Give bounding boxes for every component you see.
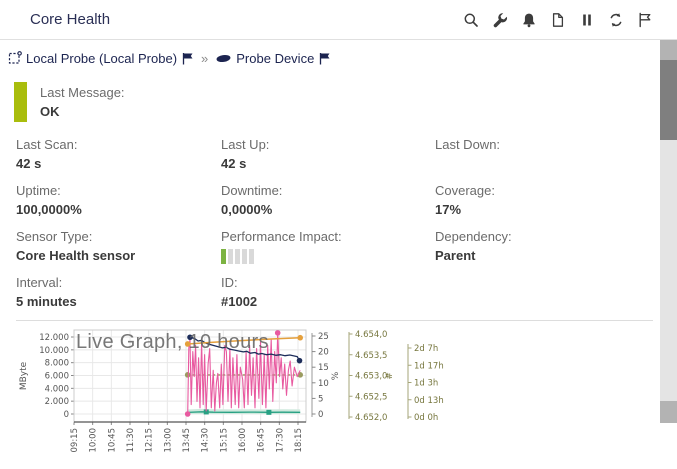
last-message-value: OK <box>40 103 125 120</box>
scrollbar-thumb[interactable] <box>660 60 677 140</box>
impact-bar <box>228 249 233 264</box>
svg-text:15: 15 <box>318 363 329 373</box>
svg-text:10:45: 10:45 <box>107 428 117 453</box>
scrollbar-bottom-cap[interactable] <box>660 401 677 423</box>
last-message-label: Last Message: <box>40 84 125 101</box>
device-icon <box>215 53 232 64</box>
breadcrumb-probe-link[interactable]: Local Probe (Local Probe) <box>8 51 194 66</box>
svg-text:0: 0 <box>318 410 323 420</box>
breadcrumb-probe-label: Local Probe (Local Probe) <box>26 51 177 66</box>
svg-text:17:30: 17:30 <box>275 428 285 453</box>
svg-text:5: 5 <box>318 394 323 404</box>
document-icon[interactable] <box>549 11 566 28</box>
svg-text:25: 25 <box>318 332 329 342</box>
live-graph-panel: 09:15 10:00 10:45 11:30 12:15 13:00 13:45 14:30… <box>16 324 466 469</box>
pause-icon[interactable] <box>578 11 595 28</box>
svg-text:18:15: 18:15 <box>294 428 304 453</box>
breadcrumb-device-link[interactable]: Probe Device <box>215 51 331 66</box>
svg-text:16:00: 16:00 <box>238 428 248 453</box>
svg-text:4.654,0: 4.654,0 <box>355 330 387 340</box>
svg-text:0d 13h: 0d 13h <box>414 396 444 406</box>
breadcrumb: Local Probe (Local Probe) » Probe Device <box>8 46 677 70</box>
svg-text:11:30: 11:30 <box>126 428 136 453</box>
svg-text:14:30: 14:30 <box>201 428 211 453</box>
impact-bar <box>242 249 247 264</box>
svg-text:2.000: 2.000 <box>45 397 69 407</box>
svg-text:10:00: 10:00 <box>89 428 99 453</box>
svg-text:16:45: 16:45 <box>257 428 267 453</box>
header-toolbar <box>462 11 653 28</box>
header: Core Health <box>0 0 677 40</box>
search-icon[interactable] <box>462 11 479 28</box>
detail-coverage: Coverage: 17% <box>435 182 677 218</box>
svg-text:0d 0h: 0d 0h <box>414 413 438 423</box>
live-graph-chart: 09:15 10:00 10:45 11:30 12:15 13:00 13:45 14:30… <box>16 324 458 464</box>
svg-text:4.000: 4.000 <box>45 384 69 394</box>
svg-text:12.000: 12.000 <box>39 333 69 343</box>
performance-impact-meter <box>221 249 435 264</box>
svg-text:20: 20 <box>318 348 329 358</box>
svg-text:0: 0 <box>64 410 69 420</box>
detail-last-scan: Last Scan: 42 s <box>16 136 221 172</box>
svg-text:1d 17h: 1d 17h <box>414 361 444 371</box>
detail-uptime: Uptime: 100,0000% <box>16 182 221 218</box>
svg-text:13:45: 13:45 <box>182 428 192 453</box>
svg-text:15:15: 15:15 <box>219 428 229 453</box>
detail-downtime: Downtime: 0,0000% <box>221 182 435 218</box>
svg-text:09:15: 09:15 <box>70 428 80 453</box>
svg-text:12:15: 12:15 <box>145 428 155 453</box>
detail-dependency: Dependency: Parent <box>435 228 677 264</box>
svg-text:4.653,0: 4.653,0 <box>355 372 387 382</box>
page-title: Core Health <box>30 11 110 28</box>
svg-text:8.000: 8.000 <box>45 359 69 369</box>
vertical-scrollbar[interactable] <box>660 40 677 423</box>
detail-interval: Interval: 5 minutes <box>16 274 221 310</box>
breadcrumb-separator: » <box>201 51 208 66</box>
scrollbar-top-cap[interactable] <box>660 40 677 60</box>
svg-text:2d 7h: 2d 7h <box>414 344 438 354</box>
bell-icon[interactable] <box>520 11 537 28</box>
detail-performance-impact: Performance Impact: <box>221 228 435 264</box>
svg-text:1d 3h: 1d 3h <box>414 379 438 389</box>
priority-flag-icon <box>181 52 194 65</box>
detail-last-up: Last Up: 42 s <box>221 136 435 172</box>
breadcrumb-device-label: Probe Device <box>236 51 314 66</box>
detail-id: ID: #1002 <box>221 274 435 310</box>
detail-last-down: Last Down: <box>435 136 677 172</box>
detail-sensor-type: Sensor Type: Core Health sensor <box>16 228 221 264</box>
svg-text:10: 10 <box>318 379 329 389</box>
svg-text:MByte: MByte <box>19 361 29 390</box>
sensor-overview: Local Probe (Local Probe) » Probe Device… <box>0 40 677 469</box>
priority-flag-icon <box>318 52 331 65</box>
detail-empty <box>435 274 677 310</box>
svg-text:10.000: 10.000 <box>39 346 69 356</box>
refresh-icon[interactable] <box>607 11 624 28</box>
wrench-icon[interactable] <box>491 11 508 28</box>
sensor-status-color-bar <box>14 82 27 122</box>
svg-text:13:00: 13:00 <box>163 428 173 453</box>
svg-text:%: % <box>331 371 341 380</box>
impact-bar <box>249 249 254 264</box>
svg-text:4.653,5: 4.653,5 <box>355 351 387 361</box>
last-message-block: Last Message: OK <box>14 82 677 122</box>
svg-text:4.652,0: 4.652,0 <box>355 413 387 423</box>
impact-bar <box>235 249 240 264</box>
impact-bar <box>221 249 226 264</box>
sensor-details-grid: Last Scan: 42 s Last Up: 42 s Last Down:… <box>16 136 677 310</box>
section-divider <box>16 320 653 321</box>
flag-icon[interactable] <box>636 11 653 28</box>
svg-text:6.000: 6.000 <box>45 372 69 382</box>
svg-text:#: # <box>385 372 395 380</box>
svg-text:4.652,5: 4.652,5 <box>355 392 387 402</box>
probe-icon <box>8 51 22 65</box>
